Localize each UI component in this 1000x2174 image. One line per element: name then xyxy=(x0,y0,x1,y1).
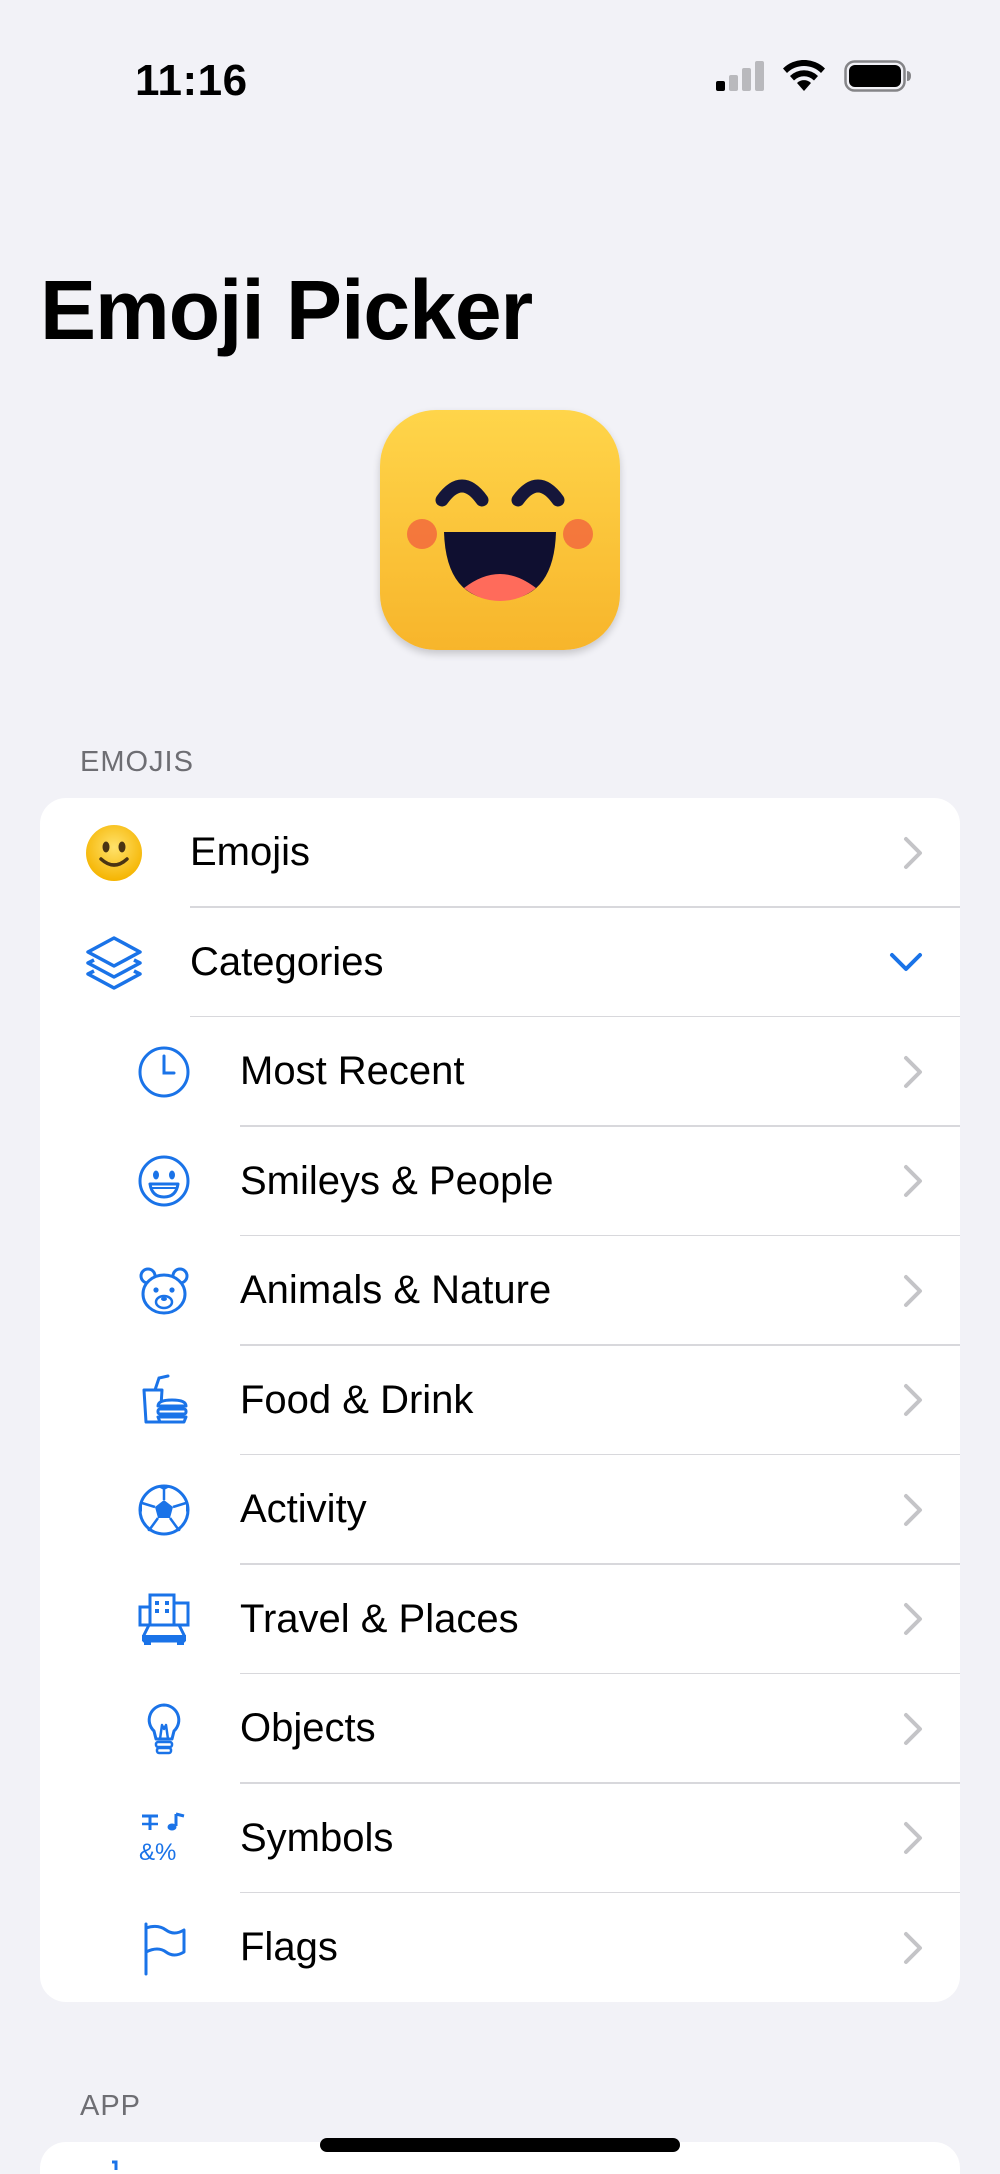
symbols-icon: &% xyxy=(132,1806,196,1870)
row-activity[interactable]: Activity xyxy=(40,1455,960,1565)
lightbulb-icon xyxy=(132,1697,196,1761)
row-symbols[interactable]: &% Symbols xyxy=(40,1784,960,1893)
status-icons xyxy=(716,60,912,92)
row-label: Travel & Places xyxy=(240,1596,519,1641)
wifi-icon xyxy=(783,60,825,91)
svg-text:&%: &% xyxy=(139,1839,176,1866)
app-logo xyxy=(380,410,620,650)
row-label: Objects xyxy=(240,1706,376,1751)
chevron-right-icon xyxy=(904,1384,922,1417)
row-label: Symbols xyxy=(240,1815,394,1860)
row-travel-places[interactable]: Travel & Places xyxy=(40,1565,960,1674)
home-indicator[interactable] xyxy=(320,2138,680,2152)
chevron-right-icon xyxy=(904,1712,922,1745)
fork-knife-cup-icon xyxy=(132,1368,196,1432)
layers-icon xyxy=(82,930,146,994)
emojis-card: Emojis Categories Most Recent Smileys & … xyxy=(40,798,960,2002)
row-emojis[interactable]: Emojis xyxy=(40,798,960,908)
bear-face-icon xyxy=(132,1259,196,1323)
chevron-right-icon xyxy=(904,1493,922,1526)
section-header-app: APP xyxy=(80,2090,142,2122)
cellular-signal-icon xyxy=(716,61,764,91)
clock-icon xyxy=(132,1040,196,1104)
row-flags[interactable]: Flags xyxy=(40,1893,960,2002)
row-smileys-people[interactable]: Smileys & People xyxy=(40,1127,960,1236)
row-food-drink[interactable]: Food & Drink xyxy=(40,1346,960,1455)
smiley-emoji-icon xyxy=(82,821,146,885)
smiley-face-icon xyxy=(132,1149,196,1213)
row-animals-nature[interactable]: Animals & Nature xyxy=(40,1236,960,1346)
row-label: Activity xyxy=(240,1487,367,1532)
row-categories[interactable]: Categories xyxy=(40,908,960,1017)
page-title: Emoji Picker xyxy=(40,263,533,357)
chevron-down-icon xyxy=(890,953,922,972)
chevron-right-icon xyxy=(904,1603,922,1636)
row-label: Most Recent xyxy=(240,1049,465,1094)
section-header-emojis: EMOJIS xyxy=(80,746,194,778)
row-label: Food & Drink xyxy=(240,1377,474,1422)
row-label: Categories xyxy=(190,939,384,984)
building-car-icon xyxy=(132,1587,196,1651)
soccer-ball-icon xyxy=(132,1478,196,1542)
chevron-right-icon xyxy=(904,836,922,869)
smiling-face-logo-icon xyxy=(407,479,593,601)
row-label: Smileys & People xyxy=(240,1158,554,1203)
status-time: 11:16 xyxy=(135,56,248,105)
chevron-right-icon xyxy=(904,1822,922,1855)
chevron-right-icon xyxy=(904,1055,922,1088)
app-row-icon xyxy=(82,2152,146,2174)
row-label: Flags xyxy=(240,1925,338,1970)
chevron-right-icon xyxy=(904,1274,922,1307)
row-label: Emojis xyxy=(190,830,311,875)
battery-icon xyxy=(844,60,911,92)
row-objects[interactable]: Objects xyxy=(40,1674,960,1784)
flag-icon xyxy=(132,1916,196,1980)
row-label: Animals & Nature xyxy=(240,1268,552,1313)
status-bar: 11:16 xyxy=(0,0,1000,140)
chevron-right-icon xyxy=(904,1165,922,1198)
row-most-recent[interactable]: Most Recent xyxy=(40,1017,960,1127)
chevron-right-icon xyxy=(904,1931,922,1964)
